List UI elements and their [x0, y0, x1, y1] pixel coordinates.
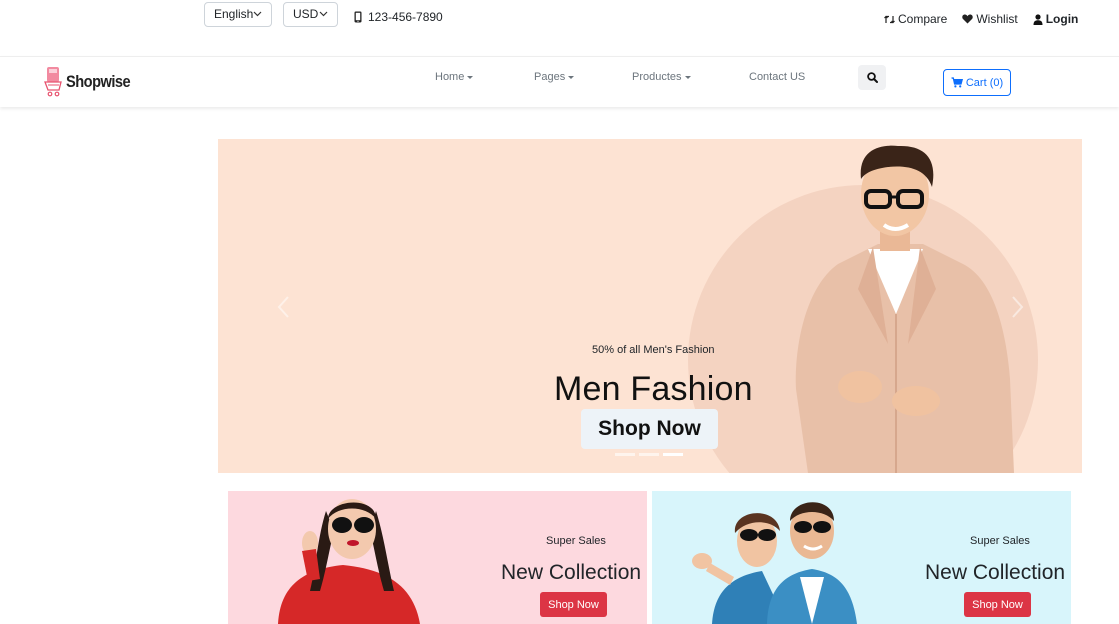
top-bar: English USD 123-456-7890 Compare Wishlis… — [0, 0, 1119, 56]
brand-logo[interactable]: Shopwise — [44, 65, 141, 99]
hero-title: Men Fashion — [554, 370, 753, 408]
phone-contact: 123-456-7890 — [354, 10, 443, 24]
top-links: Compare Wishlist Login — [884, 12, 1078, 26]
currency-select[interactable]: USD — [283, 2, 338, 27]
nav-item-home[interactable]: Home — [435, 71, 474, 83]
promo-banner-left: Super Sales New Collection Shop Now — [228, 491, 647, 624]
chevron-left-icon[interactable] — [274, 295, 294, 319]
wishlist-link[interactable]: Wishlist — [962, 12, 1018, 26]
carousel-indicator-2[interactable] — [639, 453, 659, 456]
hero-carousel: 50% of all Men's Fashion Men Fashion Sho… — [218, 139, 1082, 473]
caret-down-icon — [684, 76, 691, 79]
hero-model-image — [795, 145, 1014, 473]
compare-link[interactable]: Compare — [884, 12, 947, 26]
banner-subtitle: Super Sales — [546, 535, 606, 547]
shopping-cart-logo-icon — [44, 67, 62, 97]
promo-banner-right: Super Sales New Collection Shop Now — [652, 491, 1071, 624]
carousel-indicator-1[interactable] — [615, 453, 635, 456]
nav-item-label: Contact US — [749, 71, 806, 83]
wishlist-label: Wishlist — [976, 12, 1018, 26]
currency-value: USD — [293, 7, 319, 21]
nav-item-label: Productes — [632, 71, 682, 83]
banner-subtitle: Super Sales — [970, 535, 1030, 547]
nav-item-pages[interactable]: Pages — [534, 71, 575, 83]
heart-icon — [962, 14, 974, 24]
brand-name: Shopwise — [66, 72, 131, 91]
carousel-indicator-3[interactable] — [663, 453, 683, 456]
cart-label: Cart (0) — [965, 76, 1004, 89]
shopping-cart-icon — [951, 77, 963, 88]
banner-woman-image — [278, 499, 420, 624]
main-navbar: Shopwise Home Pages Productes Contact US… — [0, 56, 1119, 107]
carousel-indicators — [615, 453, 683, 456]
language-value: English — [214, 7, 254, 21]
banner-shop-now-button[interactable]: Shop Now — [964, 592, 1031, 617]
chevron-right-icon[interactable] — [1007, 295, 1027, 319]
user-icon — [1033, 13, 1043, 25]
mobile-phone-icon — [354, 11, 362, 23]
hero-subtitle: 50% of all Men's Fashion — [592, 344, 715, 356]
nav-item-label: Home — [435, 71, 465, 83]
nav-item-label: Pages — [534, 71, 566, 83]
compare-label: Compare — [898, 12, 948, 26]
cart-button[interactable]: Cart (0) — [943, 69, 1011, 96]
hero-shop-now-button[interactable]: Shop Now — [581, 409, 718, 449]
compare-arrows-icon — [884, 15, 895, 23]
banner-couple-image — [692, 502, 857, 624]
nav-item-contact[interactable]: Contact US — [749, 71, 805, 83]
login-label: Login — [1045, 12, 1079, 26]
caret-down-icon — [568, 76, 575, 79]
language-select[interactable]: English — [204, 2, 272, 27]
banner-shop-now-button[interactable]: Shop Now — [540, 592, 607, 617]
nav-item-products[interactable]: Productes — [632, 71, 691, 83]
chevron-down-icon — [253, 11, 262, 17]
search-button[interactable] — [858, 65, 886, 90]
caret-down-icon — [467, 76, 474, 79]
banner-title: New Collection — [501, 561, 642, 584]
phone-number: 123-456-7890 — [368, 10, 443, 24]
banner-title: New Collection — [925, 561, 1066, 584]
chevron-down-icon — [319, 11, 328, 17]
login-link[interactable]: Login — [1033, 12, 1079, 26]
search-icon — [866, 72, 878, 83]
